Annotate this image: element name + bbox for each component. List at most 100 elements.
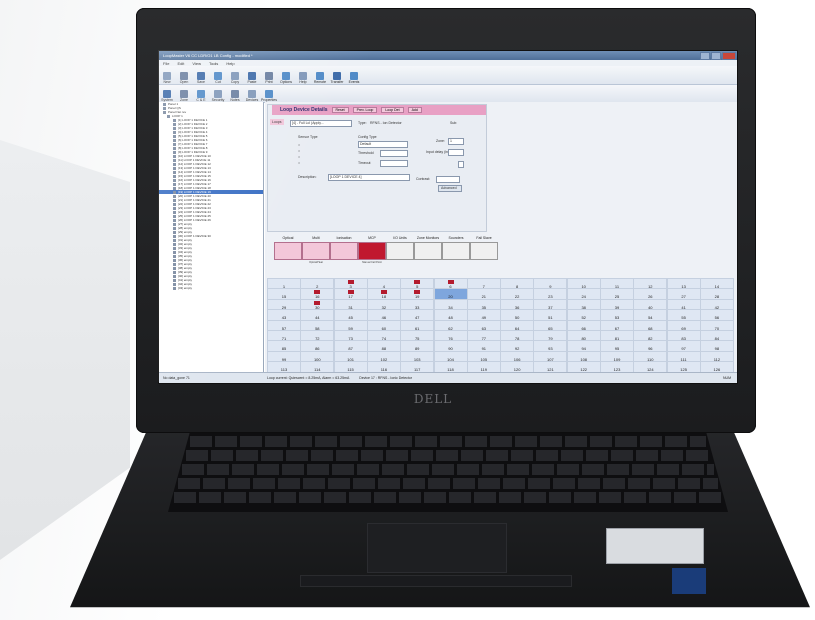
devices-button[interactable]: Devices bbox=[244, 90, 260, 102]
device-type-sounders[interactable]: Sounders bbox=[441, 236, 471, 261]
tree-item[interactable]: [43] empty bbox=[159, 286, 263, 290]
device-type-label: Optical bbox=[282, 236, 294, 240]
sensor-option-4[interactable]: ○ bbox=[298, 161, 300, 165]
device-type-zone-monitors[interactable]: Zone Monitors bbox=[413, 236, 443, 261]
remote-button[interactable]: Remote bbox=[312, 72, 328, 84]
device-icon bbox=[173, 202, 176, 206]
advanced-button[interactable]: Advanced bbox=[438, 185, 462, 192]
copy-button[interactable]: Copy bbox=[227, 72, 243, 84]
workspace: Panel 1 Panel QS Panel Net rev LOOP 1 [1] LO… bbox=[159, 102, 737, 383]
key-row[interactable] bbox=[186, 450, 710, 461]
device-icon bbox=[173, 130, 176, 134]
system-icon bbox=[163, 90, 171, 98]
menu-edit[interactable]: Edit bbox=[177, 61, 184, 66]
tab-prev-loop[interactable]: Prev. Loop bbox=[352, 107, 378, 113]
menu-help[interactable]: Help bbox=[226, 61, 234, 66]
device-type-mcp[interactable]: MCP Manual Call Point bbox=[357, 236, 387, 264]
close-button[interactable] bbox=[722, 52, 736, 60]
keyboard[interactable] bbox=[168, 430, 728, 512]
timeout-field[interactable] bbox=[380, 160, 408, 167]
device-type-image bbox=[414, 242, 442, 260]
minimize-button[interactable] bbox=[700, 52, 710, 60]
sensor-option-2[interactable]: ○ bbox=[298, 149, 300, 153]
open-button[interactable]: Open bbox=[176, 72, 192, 84]
module-toolbar: System Zone C & E Security Notes Devices… bbox=[159, 85, 737, 103]
tab-reset[interactable]: Reset bbox=[331, 107, 349, 113]
device-icon bbox=[173, 254, 176, 258]
threshold-label: Threshold bbox=[358, 151, 374, 155]
device-icon bbox=[173, 142, 176, 146]
print-button[interactable]: Print bbox=[261, 72, 277, 84]
device-icon bbox=[173, 278, 176, 282]
menu-tools[interactable]: Tools bbox=[209, 61, 218, 66]
timeout-label: Timeout bbox=[358, 161, 371, 165]
key-row[interactable] bbox=[178, 478, 718, 489]
device-icon bbox=[173, 166, 176, 170]
tab-loop-det[interactable]: Loop Det bbox=[381, 107, 404, 113]
device-icon bbox=[173, 154, 176, 158]
remote-icon bbox=[316, 72, 324, 80]
device-icon bbox=[173, 122, 176, 126]
key-row[interactable] bbox=[174, 492, 722, 503]
notes-button[interactable]: Notes bbox=[227, 90, 243, 102]
system-button[interactable]: System bbox=[159, 90, 175, 102]
maximize-button[interactable] bbox=[711, 52, 721, 60]
device-icon bbox=[173, 174, 176, 178]
device-type-i-o-units[interactable]: I/O Units bbox=[385, 236, 415, 261]
device-icon bbox=[173, 226, 176, 230]
loops-tab[interactable]: Loops bbox=[270, 119, 284, 125]
window-title: LoopMaster V6 CC LDR/O1 LB Config - modi… bbox=[163, 53, 253, 58]
device-icon bbox=[173, 162, 176, 166]
device-icon bbox=[163, 102, 166, 106]
contrast-select[interactable] bbox=[436, 176, 460, 183]
save-button[interactable]: Save bbox=[193, 72, 209, 84]
paste-button[interactable]: Paste bbox=[244, 72, 260, 84]
device-type-fail-slave[interactable]: Fail Slave bbox=[469, 236, 499, 261]
options-button[interactable]: Options bbox=[278, 72, 294, 84]
device-type-multi[interactable]: Multi Optical/Heat bbox=[301, 236, 331, 264]
device-type-ionisation[interactable]: Ionisation bbox=[329, 236, 359, 261]
menu-view[interactable]: View bbox=[192, 61, 201, 66]
new-button[interactable]: New bbox=[159, 72, 175, 84]
device-icon bbox=[173, 186, 176, 190]
options-icon bbox=[282, 72, 290, 80]
transfer-icon bbox=[333, 72, 341, 80]
sensor-option-1[interactable]: ○ bbox=[298, 143, 300, 147]
device-type-optical[interactable]: Optical bbox=[273, 236, 303, 261]
status-bar: No data_gone 71 Loop current: Quiescent … bbox=[159, 372, 737, 383]
device-tree[interactable]: Panel 1 Panel QS Panel Net rev LOOP 1 [1] LO… bbox=[159, 102, 264, 373]
threshold-field[interactable] bbox=[380, 150, 408, 157]
input-delay-field[interactable] bbox=[448, 149, 464, 156]
tab-add[interactable]: Add bbox=[407, 107, 422, 113]
device-type-image bbox=[274, 242, 302, 260]
properties-button[interactable]: Properties bbox=[261, 90, 277, 102]
zone-button[interactable]: Zone bbox=[176, 90, 192, 102]
device-type-image bbox=[470, 242, 498, 260]
cause-effect-icon bbox=[197, 90, 205, 98]
device-icon bbox=[173, 234, 176, 238]
key-row[interactable] bbox=[190, 436, 706, 447]
key-row[interactable] bbox=[182, 464, 714, 475]
device-type-label: Zone Monitors bbox=[416, 236, 440, 240]
cut-button[interactable]: Cut bbox=[210, 72, 226, 84]
touchpad-buttons[interactable] bbox=[300, 575, 572, 587]
security-button[interactable]: Security bbox=[210, 90, 226, 102]
events-button[interactable]: Events bbox=[346, 72, 362, 84]
transfer-button[interactable]: Transfer bbox=[329, 72, 345, 84]
enable-checkbox[interactable] bbox=[458, 161, 464, 168]
window-titlebar[interactable]: LoopMaster V6 CC LDR/O1 LB Config - modi… bbox=[159, 51, 737, 60]
device-icon bbox=[173, 250, 176, 254]
config-type-label: Config Type bbox=[358, 135, 377, 139]
product-sticker bbox=[606, 528, 704, 564]
device-type-caption: Optical/Heat bbox=[309, 261, 323, 264]
touchpad[interactable] bbox=[367, 523, 507, 573]
contrast-label: Contrast: bbox=[416, 177, 431, 181]
address-value: [4] - Full Lcl (Apply... bbox=[292, 121, 324, 125]
devices-icon bbox=[248, 90, 256, 98]
cause-effect-button[interactable]: C & E bbox=[193, 90, 209, 102]
device-type-label: Fail Slave bbox=[476, 236, 492, 240]
help-button[interactable]: Help bbox=[295, 72, 311, 84]
config-value: Default bbox=[360, 142, 372, 146]
sensor-option-3[interactable]: ○ bbox=[298, 155, 300, 159]
menu-file[interactable]: File bbox=[163, 61, 169, 66]
